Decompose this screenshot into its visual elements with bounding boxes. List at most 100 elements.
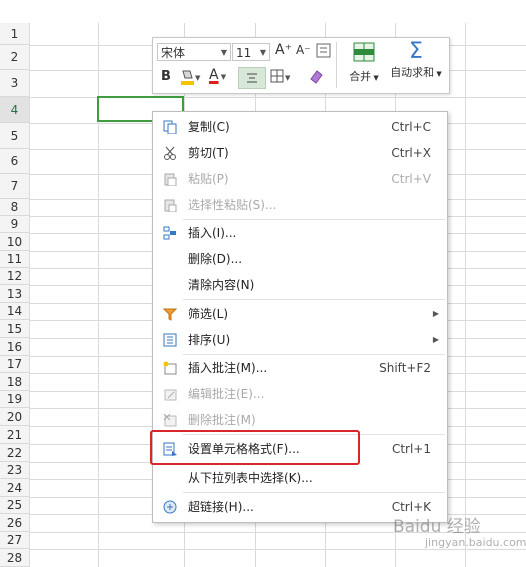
autosum-label: 自动求和 <box>390 66 435 79</box>
watermark-url: jingyan.baidu.com <box>425 536 526 549</box>
grow-font-button[interactable]: A⁺ <box>275 42 292 58</box>
row-header[interactable]: 15 <box>0 320 29 338</box>
font-name-value: 宋体 <box>161 46 186 60</box>
menu-item-delete[interactable]: 删除(D)... <box>153 246 447 272</box>
merge-cells-icon <box>353 42 375 62</box>
row-header[interactable]: 27 <box>0 532 29 549</box>
autosum-button[interactable]: Σ 自动求和 ▼ <box>387 40 445 80</box>
row-header[interactable]: 14 <box>0 303 29 320</box>
svg-text:▼: ▼ <box>285 74 291 82</box>
row-header[interactable]: 11 <box>0 251 29 268</box>
row-header[interactable]: 25 <box>0 497 29 514</box>
menu-item-paste-special[interactable]: 选择性粘贴(S)... <box>153 192 447 218</box>
watermark: Baidu 经验 <box>393 517 481 537</box>
menu-item-label: 插入(I)... <box>188 226 237 240</box>
row-headers: 1 2 3 4 5 6 7 8 9 10 11 12 13 14 15 16 1… <box>0 23 30 567</box>
bold-button[interactable]: B <box>161 69 171 84</box>
row-line <box>30 549 526 550</box>
submenu-arrow-icon: ▶ <box>432 335 439 344</box>
row-header[interactable]: 24 <box>0 479 29 497</box>
menu-item-label: 选择性粘贴(S)... <box>188 198 277 212</box>
menu-item-filter[interactable]: 筛选(L) ▶ <box>153 301 447 327</box>
shrink-font-button[interactable]: A⁻ <box>296 43 311 57</box>
row-header[interactable]: 19 <box>0 391 29 408</box>
paste-icon <box>164 173 177 186</box>
row-header[interactable]: 22 <box>0 444 29 462</box>
row-header[interactable]: 3 <box>0 70 29 97</box>
font-size-select[interactable]: 11 ▼ <box>232 43 270 61</box>
filter-icon <box>163 308 177 321</box>
row-header[interactable]: 28 <box>0 549 29 567</box>
merge-button[interactable]: 合并 ▼ <box>346 42 382 84</box>
menu-item-insert[interactable]: 插入(I)... <box>153 220 447 246</box>
menu-item-label: 复制(C) <box>188 120 230 134</box>
align-center-icon <box>247 73 257 83</box>
menu-item-label: 删除(D)... <box>188 252 243 266</box>
menu-item-paste[interactable]: 粘贴(P) Ctrl+V <box>153 166 447 192</box>
sigma-icon: Σ <box>409 39 423 64</box>
menu-item-label: 超链接(H)... <box>188 500 254 514</box>
menu-separator <box>183 492 445 493</box>
hyperlink-icon <box>163 500 177 514</box>
toolbar-divider <box>336 42 337 88</box>
row-header[interactable]: 21 <box>0 426 29 444</box>
menu-item-cut[interactable]: 剪切(T) Ctrl+X <box>153 140 447 166</box>
chevron-down-icon: ▼ <box>259 48 266 57</box>
fill-color-button[interactable]: ▼ <box>179 68 201 89</box>
edit-comment-icon <box>164 389 177 401</box>
wrap-text-button[interactable] <box>316 43 331 61</box>
row-header[interactable]: 20 <box>0 408 29 426</box>
borders-icon: ▼ <box>270 69 291 83</box>
row-header[interactable]: 2 <box>0 45 29 70</box>
menu-item-shortcut: Ctrl+X <box>391 146 431 160</box>
menu-item-pick-from-list[interactable]: 从下拉列表中选择(K)... <box>153 465 447 491</box>
row-header[interactable]: 8 <box>0 199 29 216</box>
row-header[interactable]: 7 <box>0 174 29 199</box>
row-header[interactable]: 5 <box>0 123 29 149</box>
menu-separator <box>183 299 445 300</box>
menu-item-clear-contents[interactable]: 清除内容(N) <box>153 272 447 298</box>
insert-icon <box>163 226 176 240</box>
menu-item-label: 排序(U) <box>188 333 231 347</box>
fill-bucket-icon: ▼ <box>181 70 201 85</box>
row-header[interactable]: 12 <box>0 268 29 285</box>
row-header[interactable]: 9 <box>0 216 29 233</box>
row-header[interactable]: 18 <box>0 373 29 391</box>
font-size-value: 11 <box>236 46 252 60</box>
row-header[interactable]: 1 <box>0 23 29 45</box>
row-header[interactable]: 10 <box>0 233 29 251</box>
menu-item-label: 编辑批注(E)... <box>188 387 265 401</box>
menu-item-shortcut: Ctrl+1 <box>391 442 431 456</box>
font-name-select[interactable]: 宋体 ▼ <box>157 43 231 61</box>
font-color-button[interactable]: A ▼ <box>209 67 226 83</box>
sort-icon <box>163 333 177 347</box>
row-header[interactable]: 6 <box>0 149 29 174</box>
row-header[interactable]: 16 <box>0 338 29 356</box>
menu-item-edit-comment[interactable]: 编辑批注(E)... <box>153 381 447 407</box>
scissors-icon <box>164 146 176 160</box>
menu-item-label: 筛选(L) <box>188 307 229 321</box>
paste-special-icon <box>164 199 177 212</box>
format-painter-button[interactable] <box>308 68 324 87</box>
row-header[interactable]: 26 <box>0 514 29 532</box>
menu-item-shortcut: Shift+F2 <box>379 361 431 375</box>
mini-toolbar: 宋体 ▼ 11 ▼ A⁺ A⁻ B ▼ A ▼ ▼ 合并 ▼ Σ 自动求和 ▼ <box>152 37 450 94</box>
row-header-active[interactable]: 4 <box>0 97 29 123</box>
menu-item-sort[interactable]: 排序(U) ▶ <box>153 327 447 353</box>
menu-item-insert-comment[interactable]: 插入批注(M)... Shift+F2 <box>153 355 447 381</box>
highlight-box <box>150 430 360 465</box>
menu-item-shortcut: Ctrl+C <box>391 120 431 134</box>
submenu-arrow-icon: ▶ <box>432 309 439 318</box>
row-header[interactable]: 13 <box>0 285 29 303</box>
menu-item-shortcut: Ctrl+V <box>391 172 431 186</box>
column-header-strip <box>0 0 526 23</box>
merge-label: 合并 <box>349 70 372 83</box>
font-color-letter: A <box>209 67 219 83</box>
menu-item-label: 剪切(T) <box>188 146 229 160</box>
copy-icon <box>163 120 177 134</box>
align-center-button[interactable] <box>238 67 266 89</box>
row-header[interactable]: 23 <box>0 462 29 479</box>
row-header[interactable]: 17 <box>0 356 29 373</box>
menu-item-copy[interactable]: 复制(C) Ctrl+C <box>153 114 447 140</box>
borders-button[interactable]: ▼ <box>270 69 294 88</box>
